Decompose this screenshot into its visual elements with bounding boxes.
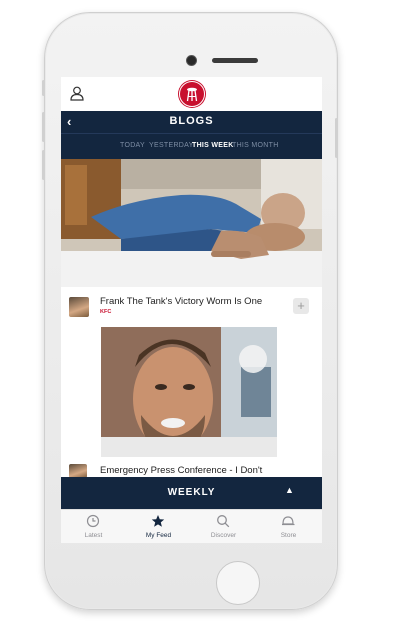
mute-switch [42,80,45,96]
add-post-button[interactable]: + [293,298,309,314]
post-thumbnail-1[interactable] [61,159,322,287]
tab-yesterday[interactable]: YESTERDAY [149,142,194,149]
tabbar-label: Store [280,532,297,539]
tab-this-week[interactable]: THIS WEEK [192,142,234,149]
barstool-logo[interactable] [179,81,205,107]
search-icon [217,515,230,528]
earpiece-speaker [212,58,258,63]
post-thumbnail-2[interactable] [101,327,277,457]
video-still-man-face [101,327,277,457]
tabbar-label: My Feed [145,532,172,539]
volume-down-button [42,150,45,180]
clock-icon [86,514,100,528]
tabbar-label: Discover [210,532,237,539]
post-title[interactable]: Frank The Tank's Victory Worm Is One [100,296,290,307]
top-bar [61,77,322,111]
chevron-up-icon[interactable]: ▲ [285,485,294,495]
mini-player-bar[interactable]: WEEKLY ▲ [61,477,322,509]
post-title[interactable]: Emergency Press Conference - I Don't [100,465,290,476]
author-avatar [69,464,87,478]
tabbar-store[interactable]: Store [256,510,321,543]
tabbar-label: Latest [84,532,103,539]
section-header: ‹ BLOGS [61,111,322,133]
tabbar-latest[interactable]: Latest [61,510,126,543]
app-screen: ‹ BLOGS TODAY YESTERDAY THIS WEEK THIS M… [61,77,322,543]
post-author-tag: KFC [100,309,112,315]
tab-this-month[interactable]: THIS MONTH [232,142,279,149]
volume-up-button [42,112,45,142]
hat-icon [282,516,295,526]
date-filter-tabs: TODAY YESTERDAY THIS WEEK THIS MONTH [61,133,322,159]
section-title: BLOGS [169,115,214,127]
home-button[interactable] [216,561,260,605]
author-avatar [69,297,89,317]
profile-icon[interactable] [70,86,84,101]
front-camera [186,55,197,66]
video-still-man-on-floor [61,159,322,287]
tabbar-my-feed[interactable]: My Feed [126,510,191,543]
bottom-tab-bar: Latest My Feed Discover Store [61,509,322,543]
power-button [335,118,338,158]
post-row-1[interactable]: Frank The Tank's Victory Worm Is One KFC… [61,291,322,321]
tabbar-discover[interactable]: Discover [191,510,256,543]
star-icon [151,515,165,527]
mini-player-title: WEEKLY [167,487,216,498]
barstool-logo-icon [186,87,198,102]
tab-today[interactable]: TODAY [120,142,145,149]
